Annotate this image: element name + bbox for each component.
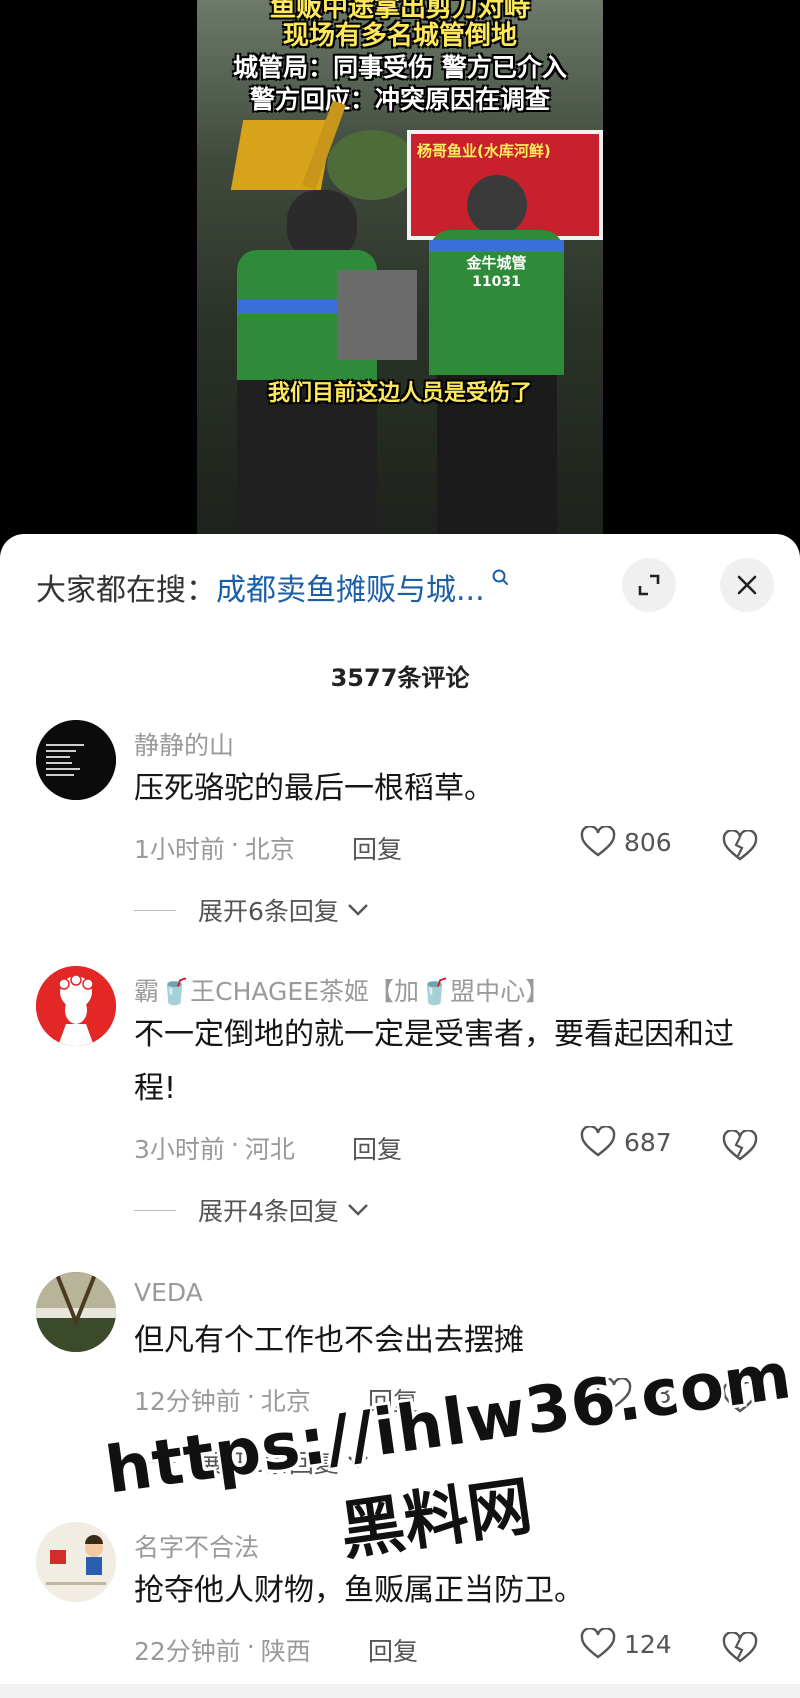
comment-username[interactable]: 霸🥤王CHAGEE茶姬【加🥤盟中心】 (134, 972, 550, 1008)
avatar[interactable] (36, 1522, 116, 1602)
expand-replies[interactable]: 展开4条回复 (134, 1192, 371, 1228)
comment-time: 3小时前 (134, 1135, 225, 1164)
like-button[interactable]: 806 (580, 826, 672, 858)
box-object (337, 270, 417, 360)
meta-separator: · (246, 1632, 255, 1661)
avatar-image (36, 720, 116, 800)
like-count: 63 (640, 1379, 672, 1409)
avatar-image (36, 1522, 116, 1602)
vest-label: 金牛城管 (466, 254, 527, 272)
expand-divider (134, 1209, 176, 1211)
like-count: 124 (624, 1629, 672, 1659)
person-head-2 (467, 175, 527, 235)
reply-button[interactable]: 回复 (368, 1382, 418, 1418)
close-button[interactable] (720, 558, 774, 612)
vest-stripe-2 (429, 240, 564, 252)
heart-icon (580, 826, 616, 857)
heart-icon (596, 1378, 632, 1409)
search-suggestion[interactable]: 大家都在搜： 成都卖鱼摊贩与城... (36, 562, 509, 612)
like-count: 687 (624, 1127, 672, 1157)
comment-meta: 12分钟前 · 北京 (134, 1382, 311, 1418)
expand-replies[interactable]: 展开6条回复 (134, 892, 371, 928)
avatar-image (36, 966, 116, 1046)
comment-location: 北京 (260, 1387, 311, 1416)
expand-button[interactable] (622, 558, 676, 612)
comment-time: 1小时前 (134, 835, 225, 864)
meta-separator: · (230, 1130, 239, 1159)
comment-text: 抢夺他人财物，鱼贩属正当防卫。 (134, 1573, 584, 1608)
video-player[interactable]: 鱼贩中途拿出剪刀对峙 现场有多名城管倒地 城管局：同事受伤 警方已介入 警方回应… (0, 0, 800, 540)
tree-shape (327, 130, 417, 200)
comment-text: 压死骆驼的最后一根稻草。 (134, 771, 494, 806)
like-button[interactable]: 124 (580, 1628, 672, 1660)
video-subtitle: 我们目前这边人员是受伤了 (267, 381, 532, 406)
comment-count: 3577条评论 (330, 664, 470, 692)
comment-meta: 1小时前 · 北京 (134, 830, 295, 866)
chevron-down-icon (348, 1456, 368, 1468)
avatar[interactable] (36, 1272, 116, 1352)
comment-sheet: 大家都在搜： 成都卖鱼摊贩与城... 3577条评论 静静的山 压死骆驼的最后一… (0, 534, 800, 1698)
heart-icon (580, 1126, 616, 1157)
vest-number: 11031 (472, 274, 521, 290)
expand-icon (638, 574, 660, 596)
meta-separator: · (246, 1382, 255, 1411)
video-caption-3: 城管局：同事受伤 警方已介入 (233, 53, 567, 82)
comment-text: 不一定倒地的就一定是受害者，要看起因和过程! (134, 1017, 734, 1106)
avatar[interactable] (36, 720, 116, 800)
reply-button[interactable]: 回复 (352, 1130, 402, 1166)
comment-meta: 22分钟前 · 陕西 (134, 1632, 311, 1668)
expand-replies[interactable]: 展开1条回复 (134, 1444, 371, 1480)
search-query-link[interactable]: 成都卖鱼摊贩与城... (216, 565, 485, 609)
comment-username[interactable]: 名字不合法 (134, 1528, 259, 1564)
expand-replies-label: 展开4条回复 (198, 1197, 339, 1226)
video-caption-2: 现场有多名城管倒地 (282, 21, 517, 51)
avatar[interactable] (36, 966, 116, 1046)
comment-text: 但凡有个工作也不会出去摆摊 (134, 1323, 524, 1358)
comment-username[interactable]: 静静的山 (134, 726, 234, 762)
reply-button[interactable]: 回复 (352, 830, 402, 866)
search-icon (492, 569, 508, 585)
comment-location: 河北 (244, 1135, 295, 1164)
expand-replies-label: 展开1条回复 (198, 1449, 339, 1478)
heart-icon (580, 1628, 616, 1659)
expand-divider (134, 909, 176, 911)
comment-time: 12分钟前 (134, 1387, 241, 1416)
comment-location: 北京 (244, 835, 295, 864)
avatar-image (36, 1272, 116, 1352)
like-button[interactable]: 63 (596, 1378, 672, 1410)
video-caption-4: 警方回应：冲突原因在调查 (249, 85, 550, 114)
comment-time: 22分钟前 (134, 1637, 241, 1666)
like-button[interactable]: 687 (580, 1126, 672, 1158)
comment-location: 陕西 (260, 1637, 311, 1666)
bottom-bar (0, 1684, 800, 1698)
broken-heart-icon[interactable] (722, 1130, 758, 1162)
broken-heart-icon[interactable] (722, 830, 758, 862)
like-count: 806 (624, 827, 672, 857)
chevron-down-icon (348, 1204, 368, 1216)
comment-meta: 3小时前 · 河北 (134, 1130, 295, 1166)
search-prefix: 大家都在搜： (36, 573, 216, 608)
close-icon (737, 575, 757, 595)
meta-separator: · (230, 830, 239, 859)
expand-replies-label: 展开6条回复 (198, 897, 339, 926)
broken-heart-icon[interactable] (722, 1632, 758, 1664)
chevron-down-icon (348, 904, 368, 916)
expand-divider (134, 1461, 176, 1463)
video-frame[interactable]: 鱼贩中途拿出剪刀对峙 现场有多名城管倒地 城管局：同事受伤 警方已介入 警方回应… (197, 0, 603, 540)
broken-heart-icon[interactable] (722, 1382, 758, 1414)
comment-username[interactable]: VEDA (134, 1278, 203, 1307)
reply-button[interactable]: 回复 (368, 1632, 418, 1668)
